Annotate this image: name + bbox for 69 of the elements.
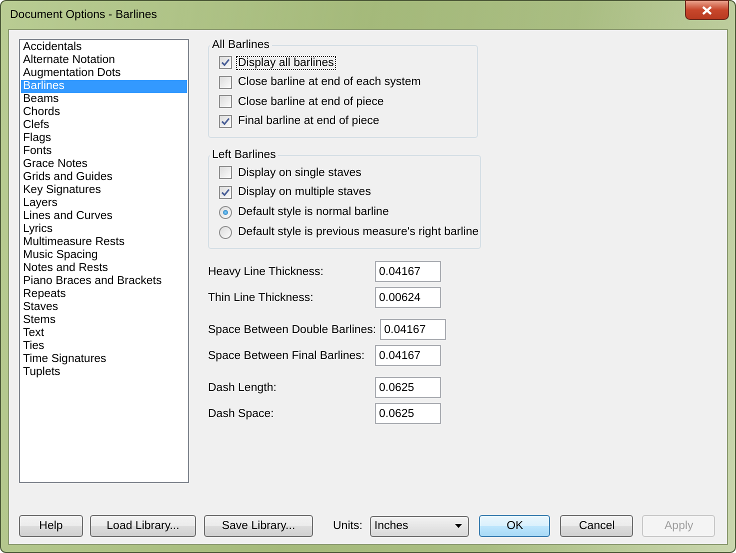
category-item[interactable]: Music Spacing bbox=[21, 249, 187, 262]
category-item[interactable]: Stems bbox=[21, 314, 187, 327]
category-item[interactable]: Augmentation Dots bbox=[21, 67, 187, 80]
input-field[interactable]: 0.04167 bbox=[380, 319, 446, 340]
category-item[interactable]: Text bbox=[21, 327, 187, 340]
category-item[interactable]: Tuplets bbox=[21, 366, 187, 379]
check-icon bbox=[221, 58, 230, 68]
checkbox-label[interactable]: Display on single staves bbox=[237, 166, 362, 179]
checkbox-label[interactable]: Final barline at end of piece bbox=[237, 115, 380, 128]
category-item[interactable]: Layers bbox=[21, 197, 187, 210]
category-item[interactable]: Accidentals bbox=[21, 41, 187, 54]
input-field[interactable]: 0.00624 bbox=[375, 287, 441, 308]
group-title: All Barlines bbox=[211, 39, 271, 51]
checkbox[interactable] bbox=[219, 114, 232, 128]
check-icon bbox=[221, 188, 230, 197]
category-item[interactable]: Piano Braces and Brackets bbox=[21, 275, 187, 288]
close-icon bbox=[702, 6, 712, 14]
units-label: Units: bbox=[333, 520, 362, 532]
radio-button[interactable] bbox=[219, 206, 232, 218]
checkbox-label[interactable]: Close barline at end of each system bbox=[237, 76, 422, 88]
field-label: Space Between Double Barlines: bbox=[208, 324, 376, 336]
input-field[interactable]: 0.0625 bbox=[375, 377, 441, 398]
input-field[interactable]: 0.0625 bbox=[375, 403, 441, 424]
checkbox[interactable] bbox=[219, 186, 232, 199]
checkbox-label[interactable]: Display all barlines bbox=[237, 56, 335, 69]
radio-label[interactable]: Default style is previous measure's right barline bbox=[237, 226, 480, 238]
category-item[interactable]: Key Signatures bbox=[21, 184, 187, 197]
category-item[interactable]: Notes and Rests bbox=[21, 262, 187, 275]
category-item[interactable]: Grace Notes bbox=[21, 158, 187, 171]
checkbox[interactable] bbox=[219, 56, 232, 70]
radio-button[interactable] bbox=[219, 226, 232, 238]
category-item[interactable]: Clefs bbox=[21, 119, 187, 132]
category-item[interactable]: Grids and Guides bbox=[21, 171, 187, 184]
units-dropdown[interactable]: Inches bbox=[370, 516, 470, 536]
dialog-button[interactable]: OK bbox=[479, 515, 550, 537]
checkbox[interactable] bbox=[219, 76, 232, 89]
close-button[interactable] bbox=[685, 0, 729, 20]
caret-icon bbox=[455, 524, 462, 528]
dialog-button[interactable]: Cancel bbox=[560, 515, 634, 537]
category-item[interactable]: Multimeasure Rests bbox=[21, 236, 187, 249]
checkbox[interactable] bbox=[219, 166, 232, 180]
category-item[interactable]: Ties bbox=[21, 340, 187, 353]
dialog-button[interactable]: Save Library... bbox=[204, 515, 313, 537]
category-item[interactable]: Alternate Notation bbox=[21, 54, 187, 67]
field-label: Heavy Line Thickness: bbox=[208, 266, 324, 278]
category-item[interactable]: Beams bbox=[21, 93, 187, 106]
field-label: Space Between Final Barlines: bbox=[208, 350, 366, 362]
category-item[interactable]: Chords bbox=[21, 106, 187, 119]
field-label: Dash Space: bbox=[208, 408, 275, 420]
category-item[interactable]: Lyrics bbox=[21, 223, 187, 236]
field-label: Thin Line Thickness: bbox=[208, 292, 314, 304]
window-title: Document Options - Barlines bbox=[10, 9, 158, 21]
category-item[interactable]: Time Signatures bbox=[21, 353, 187, 366]
field-label: Dash Length: bbox=[208, 382, 278, 394]
radio-label[interactable]: Default style is normal barline bbox=[237, 206, 390, 218]
checkbox-label[interactable]: Display on multiple staves bbox=[237, 186, 372, 198]
dialog-button[interactable]: Help bbox=[19, 515, 83, 537]
checkbox[interactable] bbox=[219, 95, 232, 108]
dialog-button[interactable]: Load Library... bbox=[90, 515, 196, 537]
category-item[interactable]: Staves bbox=[21, 301, 187, 314]
check-icon bbox=[221, 116, 230, 126]
input-field[interactable]: 0.04167 bbox=[375, 345, 441, 366]
checkbox-label[interactable]: Close barline at end of piece bbox=[237, 96, 385, 108]
category-item[interactable]: Repeats bbox=[21, 288, 187, 301]
category-item[interactable]: Fonts bbox=[21, 145, 187, 158]
category-item[interactable]: Lines and Curves bbox=[21, 210, 187, 223]
input-field[interactable]: 0.04167 bbox=[375, 261, 441, 282]
category-item[interactable]: Flags bbox=[21, 132, 187, 145]
group-title: Left Barlines bbox=[211, 149, 277, 161]
